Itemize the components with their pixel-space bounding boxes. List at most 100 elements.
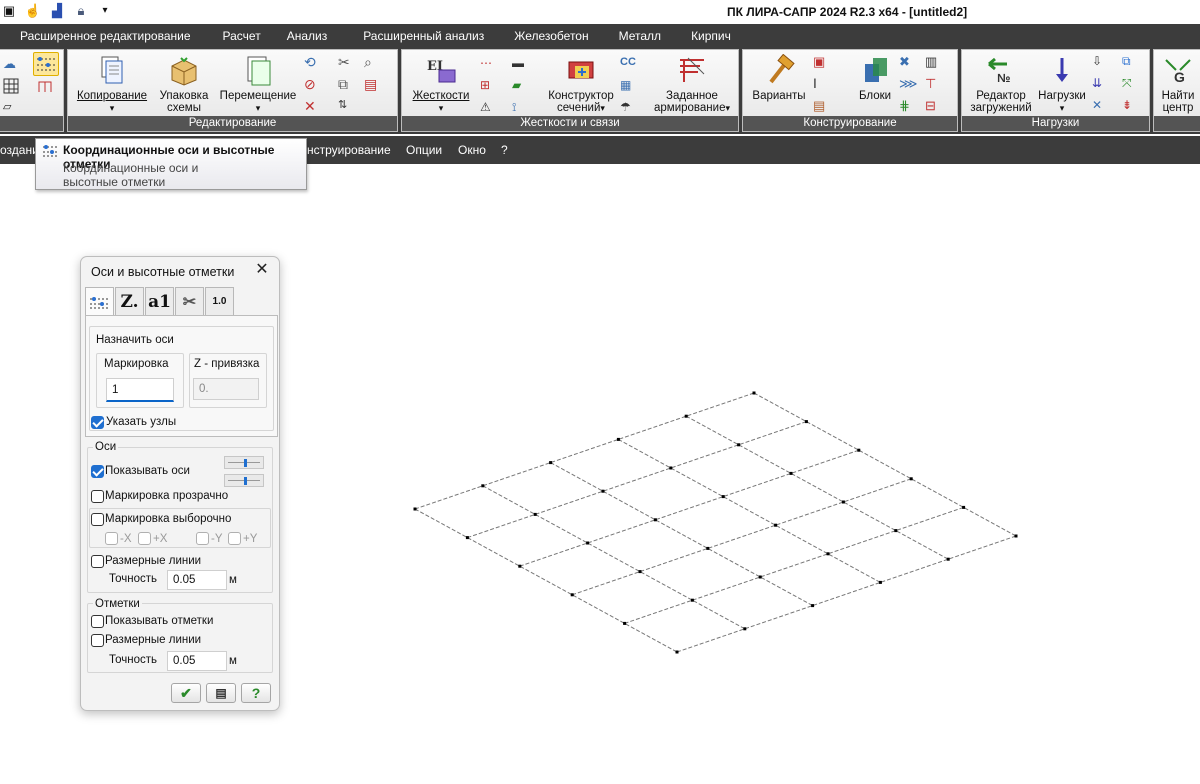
grid-node[interactable] — [465, 536, 469, 540]
apply-button[interactable]: ✔ — [171, 683, 201, 703]
grid-node[interactable] — [690, 598, 694, 602]
rigid-insert-icon[interactable]: ⊞ — [480, 78, 496, 94]
cloud-icon[interactable]: ☁ — [3, 56, 19, 72]
grid-node[interactable] — [737, 443, 741, 447]
grid-node[interactable] — [811, 604, 815, 608]
design-tool5-icon[interactable]: ⋕ — [899, 98, 915, 114]
load-tool2-icon[interactable]: ⧉ — [1122, 54, 1138, 70]
design-tool1-icon[interactable]: ✖ — [899, 54, 915, 70]
grid-node[interactable] — [570, 593, 574, 597]
report-button[interactable]: ▤ — [206, 683, 236, 703]
plate-icon[interactable]: ▰ — [512, 78, 528, 94]
axes-grid-icon[interactable] — [33, 52, 59, 76]
axes-dim-lines-checkbox[interactable] — [91, 555, 104, 568]
grid-node[interactable] — [1014, 534, 1018, 538]
grid-node[interactable] — [653, 518, 657, 522]
design-tool6-icon[interactable]: ⊟ — [925, 98, 941, 114]
lock-icon[interactable]: 🔒︎ — [72, 2, 90, 20]
tab-advanced-analysis[interactable]: Расширенный анализ — [343, 24, 500, 48]
grid-node[interactable] — [533, 512, 537, 516]
load-tool4-icon[interactable]: ⤧ — [1122, 76, 1138, 92]
tab-reinforced-concrete[interactable]: Железобетон — [500, 24, 604, 48]
grid-node[interactable] — [841, 500, 845, 504]
save-icon[interactable]: ▣ — [0, 2, 18, 20]
move-button[interactable]: Перемещение ▾ — [218, 54, 298, 114]
cc-icon[interactable]: CC — [620, 56, 636, 72]
given-reinforcement-button[interactable]: Заданное армирование▾ — [648, 54, 736, 114]
duplicate-icon[interactable]: ⧉ — [338, 76, 354, 92]
grid-node[interactable] — [616, 437, 620, 441]
grid-node[interactable] — [549, 461, 553, 465]
grid-node[interactable] — [721, 495, 725, 499]
close-icon[interactable]: ✕ — [253, 261, 271, 279]
grid-node[interactable] — [962, 505, 966, 509]
grid-node[interactable] — [758, 575, 762, 579]
section-constructor-button[interactable]: Конструктор сечений▾ — [544, 54, 618, 114]
selective-marking-checkbox[interactable] — [91, 513, 104, 526]
zoom-frame-icon[interactable]: ⌕ — [364, 54, 380, 70]
tab-z-elevation[interactable]: Z. — [115, 287, 144, 315]
scissors-icon[interactable]: ✂ — [338, 54, 354, 70]
variants-button[interactable]: Варианты — [749, 54, 809, 102]
frame-icon[interactable] — [37, 78, 53, 94]
grid-node[interactable] — [518, 564, 522, 568]
show-marks-checkbox[interactable] — [91, 615, 104, 628]
steel-table-icon[interactable]: ▦ — [620, 78, 636, 94]
tab-steel[interactable]: Металл — [605, 24, 677, 48]
grid-node[interactable] — [789, 471, 793, 475]
grid-node[interactable] — [706, 546, 710, 550]
umbrella-icon[interactable]: ☂ — [620, 100, 636, 116]
grid-node[interactable] — [413, 507, 417, 511]
renumber-icon[interactable]: ⇅ — [338, 98, 354, 114]
box-icon[interactable]: ▣ — [813, 54, 829, 70]
grid-node[interactable] — [804, 420, 808, 424]
grid-node[interactable] — [909, 477, 913, 481]
menu-options[interactable]: Опции — [406, 143, 442, 157]
grid-icon[interactable] — [3, 78, 19, 94]
minus-y-checkbox[interactable] — [196, 532, 209, 545]
table-icon[interactable]: ▤ — [364, 76, 380, 92]
menu-design[interactable]: нструирование — [307, 143, 391, 157]
axes-size-slider[interactable] — [224, 456, 264, 469]
z-binding-input[interactable] — [193, 378, 259, 400]
load-tool5-icon[interactable]: ✕ — [1092, 98, 1108, 114]
tab-axes[interactable] — [85, 287, 114, 316]
show-axes-checkbox[interactable] — [91, 465, 104, 478]
tab-a1-marking[interactable]: a1 — [145, 287, 174, 315]
menu-window[interactable]: Окно — [458, 143, 486, 157]
grid-node[interactable] — [601, 489, 605, 493]
grid-node[interactable] — [894, 529, 898, 533]
menu-help[interactable]: ? — [501, 143, 508, 157]
design-tool2-icon[interactable]: ▥ — [925, 54, 941, 70]
grid-node[interactable] — [586, 541, 590, 545]
grid-node[interactable] — [675, 650, 679, 654]
specify-nodes-checkbox[interactable] — [91, 416, 104, 429]
pack-scheme-button[interactable]: Упаковка схемы — [154, 54, 214, 114]
load-editor-button[interactable]: № Редактор загружений — [964, 54, 1038, 114]
support-icon[interactable]: ⚠ — [480, 100, 496, 116]
grid-node[interactable] — [946, 557, 950, 561]
axes-precision-input[interactable] — [167, 570, 227, 590]
tab-analysis[interactable]: Анализ — [277, 24, 344, 48]
grid-node[interactable] — [774, 523, 778, 527]
blocks-button[interactable]: Блоки — [853, 54, 897, 102]
rotate-icon[interactable]: ⟲ — [304, 54, 320, 70]
grid-node[interactable] — [669, 466, 673, 470]
grid-node[interactable] — [684, 414, 688, 418]
find-center-button[interactable]: G Найти центр — [1156, 54, 1200, 114]
delete-nodes-icon[interactable]: ✕ — [304, 98, 320, 114]
load-tool1-icon[interactable]: ⇩ — [1092, 54, 1108, 70]
menu-create[interactable]: оздани — [0, 143, 39, 157]
grid-node[interactable] — [878, 580, 882, 584]
hatch-icon[interactable]: ▱ — [3, 100, 19, 116]
tab-masonry[interactable]: Кирпич — [677, 24, 747, 48]
help-button[interactable]: ? — [241, 683, 271, 703]
chart-icon[interactable]: ▟ — [48, 2, 66, 20]
mirror-icon[interactable]: ⊘ — [304, 76, 320, 92]
customize-qat-icon[interactable]: ▾ — [96, 2, 114, 20]
tab-cut[interactable]: ✂ — [175, 287, 204, 315]
copy-button[interactable]: Копирование ▾ — [76, 54, 148, 114]
beam-icon[interactable]: ▬ — [512, 56, 528, 72]
connection-icon[interactable]: ⟟ — [512, 100, 528, 116]
design-tool4-icon[interactable]: ⊤ — [925, 76, 941, 92]
